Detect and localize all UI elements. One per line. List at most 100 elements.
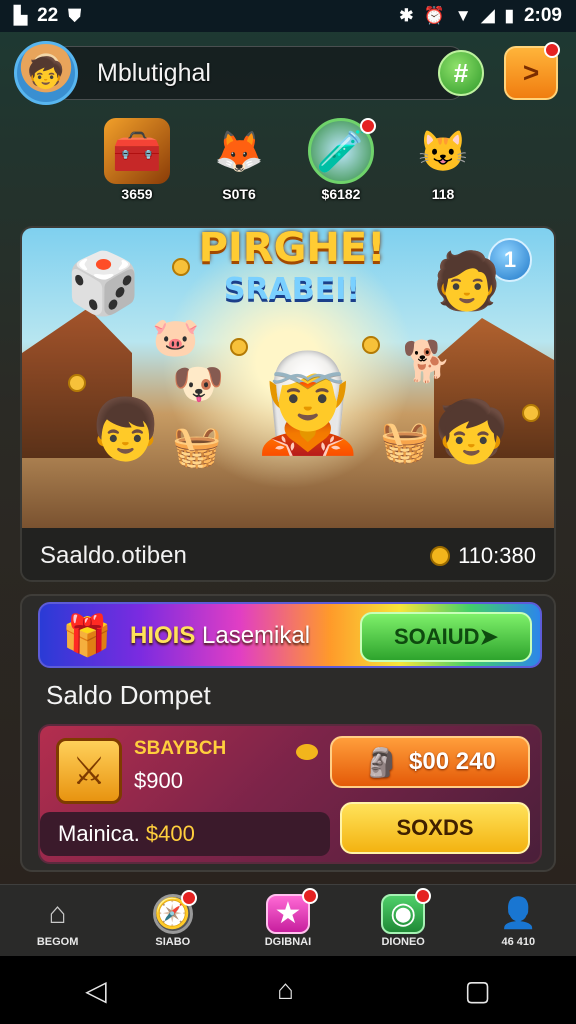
wifi-icon: ▼ (454, 6, 472, 25)
hero-title: PIRGHE! SRABEI! (192, 228, 392, 310)
coin-icon (296, 744, 318, 760)
topup-button-label: $00 240 (409, 748, 496, 775)
wallet-title: Saldo Dompet (46, 680, 211, 710)
gallery-icon: ▙ (14, 6, 28, 25)
card-heading: SBAYBCH (134, 738, 227, 759)
next-button[interactable]: > (504, 42, 560, 100)
nav-item-compass[interactable]: 🧭 SIABO (125, 889, 221, 948)
nav-label: 46 410 (501, 935, 536, 948)
promo-plain-text: Lasemikal (202, 622, 311, 649)
fox-kid-icon: 🧒 (434, 398, 509, 465)
boy-character-icon: 👦 (88, 396, 163, 463)
nav-item-home[interactable]: ⌂ BEGOM (10, 894, 106, 948)
hero-title-text: PIRGHE! (198, 226, 386, 271)
nav-item-star[interactable]: ★ DGIBNAI (240, 887, 336, 948)
home-icon: ⌂ (48, 896, 67, 930)
gift-chest-icon: 🎁 (62, 614, 112, 658)
wallet-card: ⚔ SBAYBCH $900 🗿 $00 240 SOXDS Mainica. … (38, 724, 542, 864)
card-footer: Mainica. $400 (40, 812, 330, 856)
gem-basket-icon: 🧺 (172, 425, 222, 469)
treasure-chest-icon: 🧰 (104, 118, 170, 184)
nav-label: DGIBNAI (264, 935, 312, 948)
promo-banner[interactable]: 🎁 HIOIS Lasemikal SOAIUD ➤ (38, 602, 542, 668)
top-item-label: 118 (431, 186, 455, 202)
top-item-label: 3659 (121, 186, 153, 202)
home-button-icon[interactable]: ⌂ (277, 974, 294, 1006)
avatar[interactable]: 🧒 (14, 41, 78, 105)
secondary-action-button[interactable]: SOXDS (340, 802, 530, 854)
card-footer-label: Mainica. (58, 821, 140, 846)
promo-button[interactable]: SOAIUD ➤ (360, 612, 532, 662)
nav-item-profile[interactable]: 👤 46 410 (470, 894, 566, 948)
nav-label: DIONEO (381, 935, 425, 948)
profile-icon: 👤 (499, 897, 538, 930)
top-items-row: 🧰 3659 🦊 S0T6 🧪 $6182 😺 118 (100, 118, 480, 210)
hero-banner[interactable]: PIRGHE! SRABEI! 1 🎲 🐷 🐶 👦 🧝 🐕 🧒 🧑 🧺 🧺 Sa… (20, 226, 556, 582)
avatar-character-icon: 🧒 (27, 56, 65, 90)
hero-balance-value: 110:380 (458, 543, 536, 568)
puppy-icon: 🐶 (172, 360, 225, 407)
hero-footer: Saaldo.otiben 110:380 (22, 528, 554, 580)
coin-icon (230, 338, 248, 356)
nav-item-camera[interactable]: ◉ DIONEO (355, 887, 451, 948)
arrow-right-icon: ➤ (479, 624, 498, 649)
sword-card-icon: ⚔ (56, 738, 122, 804)
main-hero-character-icon: 🧝 (248, 350, 368, 457)
signal-icon: ◢ (481, 6, 495, 25)
recents-icon[interactable]: ▢ (464, 974, 490, 1007)
top-item[interactable]: 😺 118 (406, 118, 480, 210)
top-item-label: S0T6 (222, 186, 256, 202)
green-hat-character-icon: 🧑 (432, 249, 502, 312)
system-nav-bar: ◁ ⌂ ▢ (0, 956, 576, 1024)
fox-character-icon: 🦊 (214, 129, 264, 174)
promo-bold-text: HIOIS (130, 622, 196, 649)
battery-icon: ▮ (504, 6, 514, 25)
top-item[interactable]: 🦊 S0T6 (202, 118, 276, 210)
shield-icon: ⛊ (68, 6, 81, 25)
notification-dot (360, 118, 376, 134)
dog-icon: 🐕 (402, 340, 452, 384)
hash-icon: # (453, 57, 469, 88)
secondary-action-label: SOXDS (396, 815, 474, 840)
nav-label: BEGOM (36, 935, 79, 948)
info-icon: 1 (503, 247, 517, 272)
profile-header: Mblutighal 🧒 # > (14, 40, 562, 106)
coin-icon (430, 546, 451, 566)
wallet-panel: 🎁 HIOIS Lasemikal SOAIUD ➤ Saldo Dompet … (20, 594, 556, 872)
status-time: 2:09 (523, 5, 562, 26)
coin-icon (172, 258, 190, 276)
topup-button[interactable]: 🗿 $00 240 (330, 736, 530, 788)
hero-subtitle: SRABEI! (223, 272, 361, 307)
top-item[interactable]: 🧰 3659 (100, 118, 174, 210)
bluetooth-icon: ✱ (399, 6, 414, 25)
chevron-right-icon: > (522, 57, 540, 88)
top-item[interactable]: 🧪 $6182 (304, 118, 378, 210)
notification-dot (180, 889, 197, 906)
alarm-icon: ⏰ (423, 6, 445, 25)
hero-balance: 110:380 (430, 543, 536, 569)
status-left-text: 22 (37, 5, 59, 26)
golem-icon: 🗿 (364, 746, 400, 778)
notification-dot (544, 42, 560, 58)
promo-text: HIOIS Lasemikal (130, 622, 310, 650)
notification-dot (301, 887, 318, 904)
coin-icon (362, 336, 380, 354)
gem-cube-icon: 🎲 (66, 250, 141, 317)
promo-button-label: SOAIUD (394, 624, 480, 649)
username-bar[interactable]: Mblutighal (54, 46, 464, 100)
card-amount: $900 (134, 768, 183, 793)
back-icon[interactable]: ◁ (85, 974, 107, 1007)
cat-kid-icon: 😺 (418, 129, 468, 174)
status-bar: ▙ 22 ⛊ ✱ ⏰ ▼ ◢ ▮ 2:09 (0, 0, 576, 32)
pink-creature-icon: 🐷 (152, 317, 200, 359)
card-footer-amount: $400 (145, 821, 195, 846)
nav-label: SIABO (155, 935, 191, 948)
hero-footer-label: Saaldo.otiben (40, 542, 187, 569)
notification-dot (415, 887, 432, 904)
hero-artwork: PIRGHE! SRABEI! 1 🎲 🐷 🐶 👦 🧝 🐕 🧒 🧑 🧺 🧺 (22, 228, 554, 528)
username: Mblutighal (97, 58, 211, 87)
gem-basket-icon: 🧺 (380, 420, 430, 464)
hash-button[interactable]: # (438, 50, 484, 96)
coin-icon (68, 374, 86, 392)
coin-icon (522, 404, 540, 422)
